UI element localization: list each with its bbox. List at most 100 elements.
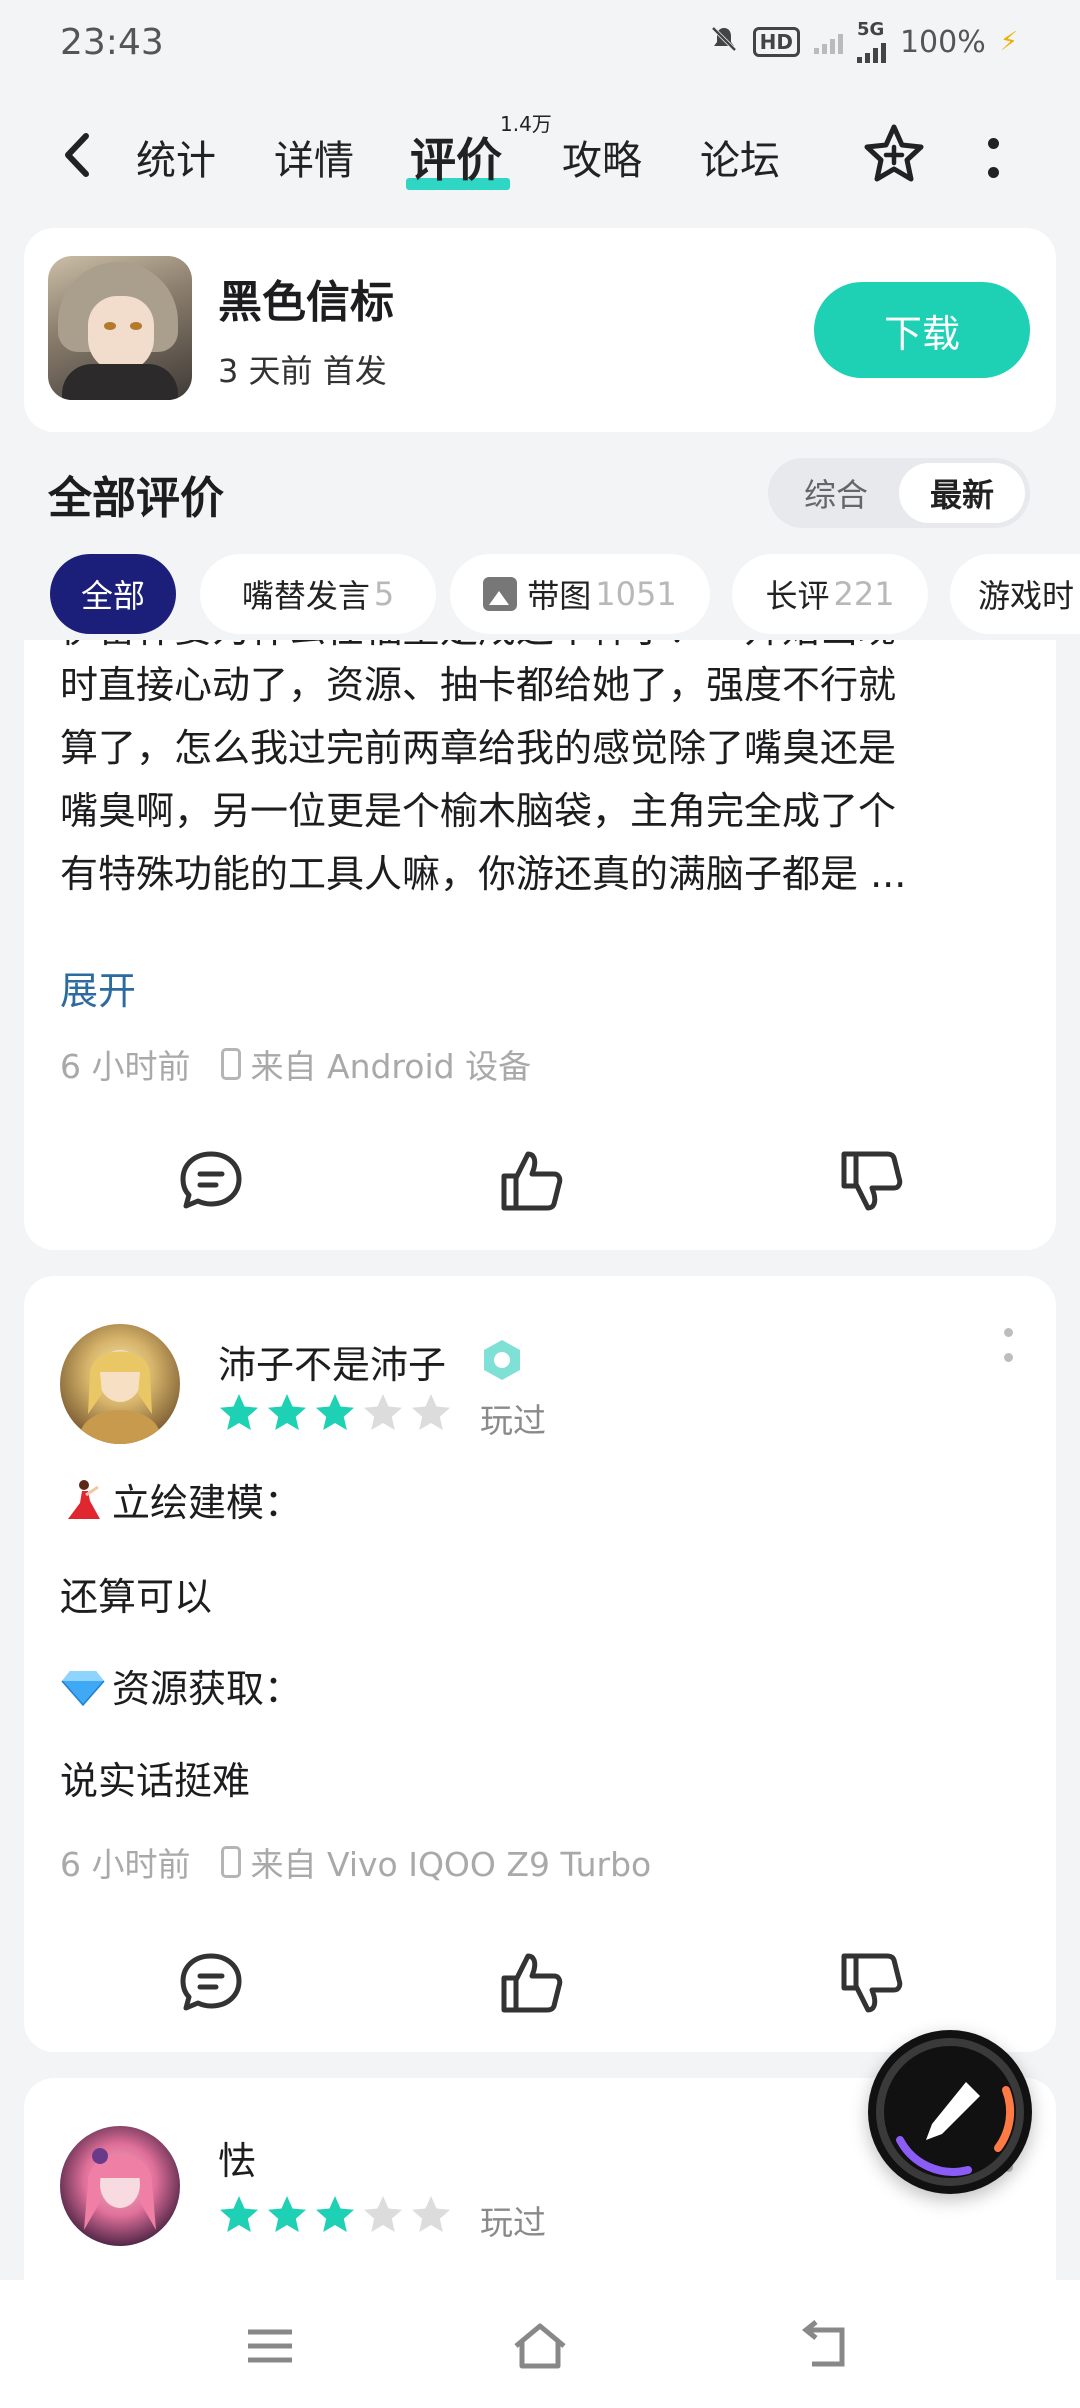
sort-latest[interactable]: 最新 bbox=[899, 463, 1025, 523]
star-filled-icon bbox=[316, 2196, 354, 2232]
top-nav: 统计 详情 评价 1.4万 攻略 论坛 bbox=[0, 100, 1080, 210]
system-nav-bar bbox=[0, 2280, 1080, 2408]
review-line-text: 资源获取： bbox=[112, 1667, 303, 1711]
chip-count: 5 bbox=[373, 575, 395, 613]
star-filled-icon bbox=[268, 2196, 306, 2232]
tab-details[interactable]: 详情 bbox=[274, 128, 354, 186]
review-line: 说实话挺难 bbox=[60, 1750, 250, 1805]
image-icon bbox=[483, 577, 518, 611]
review-line: 还算可以 bbox=[60, 1566, 212, 1621]
comment-icon[interactable] bbox=[176, 1146, 246, 1216]
review-line: 算了，怎么我过完前两章给我的感觉除了嘴臭还是 bbox=[60, 726, 897, 770]
played-label: 玩过 bbox=[480, 2203, 546, 2242]
download-button[interactable]: 下载 bbox=[814, 282, 1030, 378]
chip-label: 全部 bbox=[80, 577, 145, 615]
review-time: 6 小时前 bbox=[60, 1047, 191, 1086]
status-bar: 23:43 HD 5G 100% ⚡ bbox=[0, 0, 1080, 84]
tab-guides[interactable]: 攻略 bbox=[562, 128, 642, 186]
battery-percent: 100% bbox=[899, 24, 986, 60]
network-label: 5G bbox=[856, 19, 885, 40]
expand-link[interactable]: 展开 bbox=[60, 960, 136, 1015]
chip-playtime[interactable]: 游戏时 bbox=[950, 554, 1080, 634]
chip-count: 221 bbox=[833, 575, 895, 613]
status-icons: HD 5G 100% ⚡ bbox=[709, 21, 1018, 63]
back-nav-icon[interactable] bbox=[794, 2316, 854, 2376]
review-line-text: 立绘建模： bbox=[112, 1481, 303, 1525]
review-card: 伊雷什要为什么任福星是成这个样子？一开始出现 时直接心动了，资源、抽卡都给她了，… bbox=[24, 640, 1056, 1250]
review-line: 立绘建模： bbox=[60, 1472, 302, 1527]
review-line-text: 说实话挺难 bbox=[60, 1759, 251, 1803]
review-more-button[interactable] bbox=[1004, 1328, 1014, 1362]
review-count-badge: 1.4万 bbox=[500, 112, 552, 136]
tab-stats[interactable]: 统计 bbox=[136, 128, 216, 186]
review-line: 有特殊功能的工具人嘛，你游还真的满脑子都是 ... bbox=[60, 852, 907, 896]
rating-stars bbox=[218, 1392, 452, 1434]
star-filled-icon bbox=[268, 1394, 306, 1430]
phone-icon bbox=[220, 1846, 241, 1878]
favorite-button[interactable] bbox=[862, 122, 926, 186]
review-time: 6 小时前 bbox=[60, 1845, 191, 1884]
game-header-card: 黑色信标 3 天前 首发 下载 bbox=[24, 228, 1056, 432]
thumbs-up-icon[interactable] bbox=[496, 1948, 566, 2018]
avatar[interactable] bbox=[60, 1324, 180, 1444]
thumbs-down-icon[interactable] bbox=[836, 1146, 906, 1216]
star-empty-icon bbox=[364, 1394, 402, 1430]
star-empty-icon bbox=[412, 1394, 450, 1430]
chip-all[interactable]: 全部 bbox=[50, 554, 176, 634]
dancer-emoji bbox=[68, 1479, 100, 1519]
thumbs-down-icon[interactable] bbox=[836, 1948, 906, 2018]
chip-label: 长评 bbox=[765, 577, 830, 615]
chevron-left-icon bbox=[65, 133, 89, 177]
pencil-icon bbox=[926, 2082, 980, 2140]
chip-with-images[interactable]: 带图 1051 bbox=[450, 554, 710, 634]
review-line: 时直接心动了，资源、抽卡都给她了，强度不行就 bbox=[60, 663, 897, 707]
write-review-button[interactable] bbox=[868, 2030, 1032, 2194]
game-title: 黑色信标 bbox=[218, 277, 394, 328]
review-card: 沛子不是沛子 玩过 立绘建模： 还算可以 资源获取： 说实话挺难 6 小时前 来… bbox=[24, 1276, 1056, 2052]
review-meta: 6 小时前 来自 Vivo IQOO Z9 Turbo bbox=[60, 1838, 651, 1886]
review-device: 来自 Android 设备 bbox=[250, 1047, 532, 1086]
tab-forum[interactable]: 论坛 bbox=[700, 128, 780, 186]
status-time: 23:43 bbox=[60, 21, 164, 63]
gem-emoji bbox=[61, 1670, 105, 1706]
star-plus-icon bbox=[864, 124, 924, 182]
battery-charging-icon: ⚡ bbox=[999, 27, 1018, 57]
game-icon[interactable] bbox=[48, 256, 192, 400]
chip-long-review[interactable]: 长评 221 bbox=[732, 554, 928, 634]
sort-toggle: 综合 最新 bbox=[768, 458, 1030, 528]
star-empty-icon bbox=[364, 2196, 402, 2232]
review-actions bbox=[24, 1948, 1056, 2028]
review-meta: 6 小时前 来自 Android 设备 bbox=[60, 1040, 531, 1088]
username[interactable]: 沛子不是沛子 bbox=[218, 1334, 446, 1389]
game-release-info: 3 天前 首发 bbox=[218, 352, 387, 390]
chip-count: 1051 bbox=[595, 575, 677, 613]
home-icon[interactable] bbox=[510, 2316, 570, 2376]
sort-comprehensive[interactable]: 综合 bbox=[773, 463, 899, 523]
thumbs-up-icon[interactable] bbox=[496, 1146, 566, 1216]
signal-weak-icon bbox=[813, 30, 843, 54]
all-reviews-title: 全部评价 bbox=[48, 473, 224, 524]
username[interactable]: 怯 bbox=[218, 2130, 256, 2185]
played-label: 玩过 bbox=[480, 1401, 546, 1440]
chip-label: 带图 bbox=[527, 577, 592, 615]
review-device: 来自 Vivo IQOO Z9 Turbo bbox=[250, 1845, 652, 1884]
filter-chips: 全部 嘴替发言 5 带图 1051 长评 221 游戏时 bbox=[50, 554, 1080, 634]
review-line: 资源获取： bbox=[60, 1658, 302, 1713]
avatar[interactable] bbox=[60, 2126, 180, 2246]
more-menu-button[interactable] bbox=[986, 138, 1000, 178]
hd-icon: HD bbox=[752, 27, 800, 57]
chip-quotable[interactable]: 嘴替发言 5 bbox=[200, 554, 436, 634]
rating-stars bbox=[218, 2194, 452, 2236]
review-actions bbox=[24, 1146, 1056, 1226]
menu-icon[interactable] bbox=[240, 2316, 300, 2376]
star-empty-icon bbox=[412, 2196, 450, 2232]
star-filled-icon bbox=[220, 1394, 258, 1430]
review-line: 嘴臭啊，另一位更是个榆木脑袋，主角完全成了个 bbox=[60, 789, 897, 833]
back-button[interactable] bbox=[56, 130, 96, 180]
chip-label: 游戏时 bbox=[978, 577, 1075, 615]
star-filled-icon bbox=[220, 2196, 258, 2232]
star-filled-icon bbox=[316, 1394, 354, 1430]
comment-icon[interactable] bbox=[176, 1948, 246, 2018]
tab-reviews[interactable]: 评价 bbox=[410, 124, 502, 190]
phone-icon bbox=[220, 1048, 241, 1080]
